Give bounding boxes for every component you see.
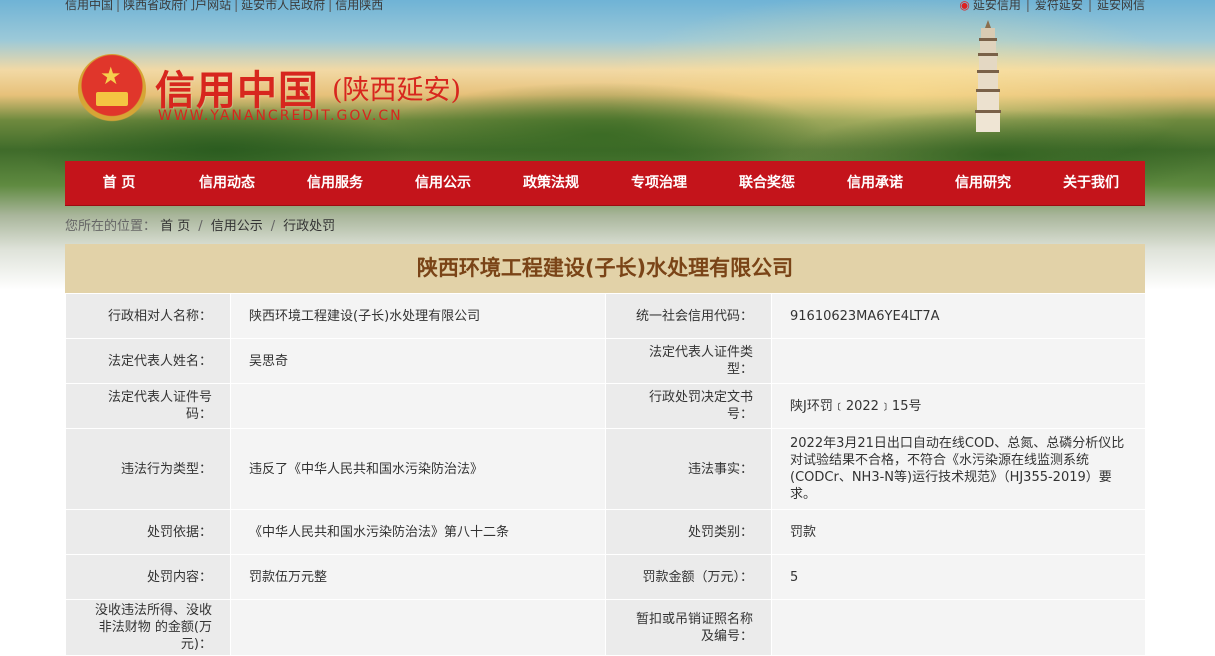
field-value [771, 338, 1146, 384]
separator: | [1025, 0, 1030, 12]
site-logo-url: WWW.YANANCREDIT.GOV.CN [158, 108, 403, 124]
field-value [230, 383, 606, 429]
field-label: 法定代表人姓名： [65, 338, 231, 384]
separator: | [1087, 0, 1092, 12]
nav-home[interactable]: 首 页 [65, 161, 173, 205]
breadcrumb-separator: / [270, 219, 276, 234]
field-label: 行政相对人名称： [65, 293, 231, 339]
table-row: 行政相对人名称： 陕西环境工程建设(子长)水处理有限公司 统一社会信用代码： 9… [65, 293, 1146, 339]
field-label: 处罚依据： [65, 509, 231, 555]
top-link-yanan-netinfo[interactable]: 延安网信 [1097, 0, 1145, 12]
top-link-yanan-credit[interactable]: 延安信用 [973, 0, 1021, 12]
field-label: 没收违法所得、没收非法财物 的金额(万元)： [65, 599, 231, 656]
separator: | [234, 0, 239, 12]
field-label: 法定代表人证件号码： [65, 383, 231, 429]
nav-credit-publicity[interactable]: 信用公示 [389, 161, 497, 205]
table-row: 法定代表人证件号码： 行政处罚决定文书号： 陕J环罚﹝2022﹞15号 [65, 383, 1146, 429]
penalty-record-panel: 陕西环境工程建设(子长)水处理有限公司 行政相对人名称： 陕西环境工程建设(子长… [65, 244, 1146, 656]
field-value: 91610623MA6YE4LT7A [771, 293, 1146, 339]
top-links-left: 信用中国 | 陕西省政府门户网站 | 延安市人民政府 | 信用陕西 [65, 0, 383, 13]
field-label: 行政处罚决定文书号： [605, 383, 772, 429]
breadcrumb-admin-penalty[interactable]: 行政处罚 [283, 219, 335, 234]
pagoda-icon [975, 20, 1001, 132]
field-label: 罚款金额（万元）： [605, 554, 772, 600]
field-value: 2022年3月21日出口自动在线COD、总氮、总磷分析仪比对试验结果不合格，不符… [771, 428, 1146, 510]
tiananmen-icon [96, 92, 128, 106]
nav-policy-regulation[interactable]: 政策法规 [497, 161, 605, 205]
field-value: 违反了《中华人民共和国水污染防治法》 [230, 428, 606, 510]
field-value [771, 599, 1146, 656]
top-link-credit-china[interactable]: 信用中国 [65, 0, 113, 12]
field-value: 5 [771, 554, 1146, 600]
nav-credit-commitment[interactable]: 信用承诺 [821, 161, 929, 205]
field-label: 处罚类别： [605, 509, 772, 555]
site-logo-subtitle: (陕西延安) [332, 75, 462, 106]
top-links-right: ◉ 延安信用 | 爱符延安 | 延安网信 [959, 0, 1145, 13]
field-label: 法定代表人证件类型： [605, 338, 772, 384]
breadcrumb-label: 您所在的位置： [65, 219, 157, 234]
table-row: 没收违法所得、没收非法财物 的金额(万元)： 暂扣或吊销证照名称及编号： [65, 599, 1146, 656]
table-row: 处罚内容： 罚款伍万元整 罚款金额（万元）： 5 [65, 554, 1146, 600]
nav-special-governance[interactable]: 专项治理 [605, 161, 713, 205]
nav-credit-news[interactable]: 信用动态 [173, 161, 281, 205]
field-value: 《中华人民共和国水污染防治法》第八十二条 [230, 509, 606, 555]
field-label: 违法行为类型： [65, 428, 231, 510]
field-value: 吴思奇 [230, 338, 606, 384]
separator: | [328, 0, 333, 12]
nav-credit-research[interactable]: 信用研究 [929, 161, 1037, 205]
top-link-yanan-gov[interactable]: 延安市人民政府 [241, 0, 325, 12]
table-row: 法定代表人姓名： 吴思奇 法定代表人证件类型： [65, 338, 1146, 384]
breadcrumb: 您所在的位置： 首 页 / 信用公示 / 行政处罚 [65, 215, 335, 234]
weibo-icon[interactable]: ◉ [959, 0, 969, 12]
record-title: 陕西环境工程建设(子长)水处理有限公司 [65, 244, 1145, 293]
breadcrumb-separator: / [198, 219, 203, 234]
nav-credit-service[interactable]: 信用服务 [281, 161, 389, 205]
breadcrumb-home[interactable]: 首 页 [160, 219, 190, 234]
table-row: 违法行为类型： 违反了《中华人民共和国水污染防治法》 违法事实： 2022年3月… [65, 428, 1146, 510]
field-label: 处罚内容： [65, 554, 231, 600]
top-link-aifu-yanan[interactable]: 爱符延安 [1035, 0, 1083, 12]
separator: | [116, 0, 121, 12]
field-value: 罚款 [771, 509, 1146, 555]
top-link-shaanxi-gov[interactable]: 陕西省政府门户网站 [123, 0, 231, 12]
field-value: 罚款伍万元整 [230, 554, 606, 600]
breadcrumb-credit-publicity[interactable]: 信用公示 [211, 219, 263, 234]
main-nav: 首 页 信用动态 信用服务 信用公示 政策法规 专项治理 联合奖惩 信用承诺 信… [65, 161, 1145, 205]
field-value [230, 599, 606, 656]
field-label: 违法事实： [605, 428, 772, 510]
penalty-detail-table: 行政相对人名称： 陕西环境工程建设(子长)水处理有限公司 统一社会信用代码： 9… [65, 293, 1146, 656]
field-label: 统一社会信用代码： [605, 293, 772, 339]
top-link-credit-shaanxi[interactable]: 信用陕西 [335, 0, 383, 12]
table-row: 处罚依据： 《中华人民共和国水污染防治法》第八十二条 处罚类别： 罚款 [65, 509, 1146, 555]
field-value: 陕J环罚﹝2022﹞15号 [771, 383, 1146, 429]
nav-joint-reward-punishment[interactable]: 联合奖惩 [713, 161, 821, 205]
national-emblem-icon: ★ [78, 54, 146, 124]
star-icon: ★ [100, 62, 122, 90]
field-label: 暂扣或吊销证照名称及编号： [605, 599, 772, 656]
nav-about-us[interactable]: 关于我们 [1037, 161, 1145, 205]
field-value: 陕西环境工程建设(子长)水处理有限公司 [230, 293, 606, 339]
